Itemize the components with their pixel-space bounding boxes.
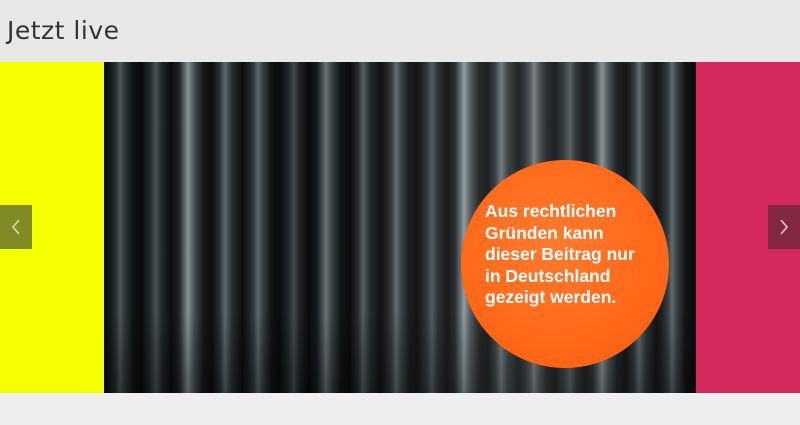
section-header: Jetzt live	[0, 0, 800, 62]
chevron-right-icon	[780, 219, 789, 235]
geo-restriction-text: Aus rechtlichen Gründen kann dieser Beit…	[485, 201, 635, 307]
carousel-next-button[interactable]	[768, 205, 800, 249]
live-carousel	[0, 62, 800, 393]
section-title: Jetzt live	[7, 16, 120, 45]
carousel-prev-button[interactable]	[0, 205, 32, 249]
footer-spacer	[0, 393, 800, 425]
chevron-left-icon	[11, 219, 20, 235]
page: Jetzt live Aus rechtlichen Gründen kann …	[0, 0, 800, 425]
